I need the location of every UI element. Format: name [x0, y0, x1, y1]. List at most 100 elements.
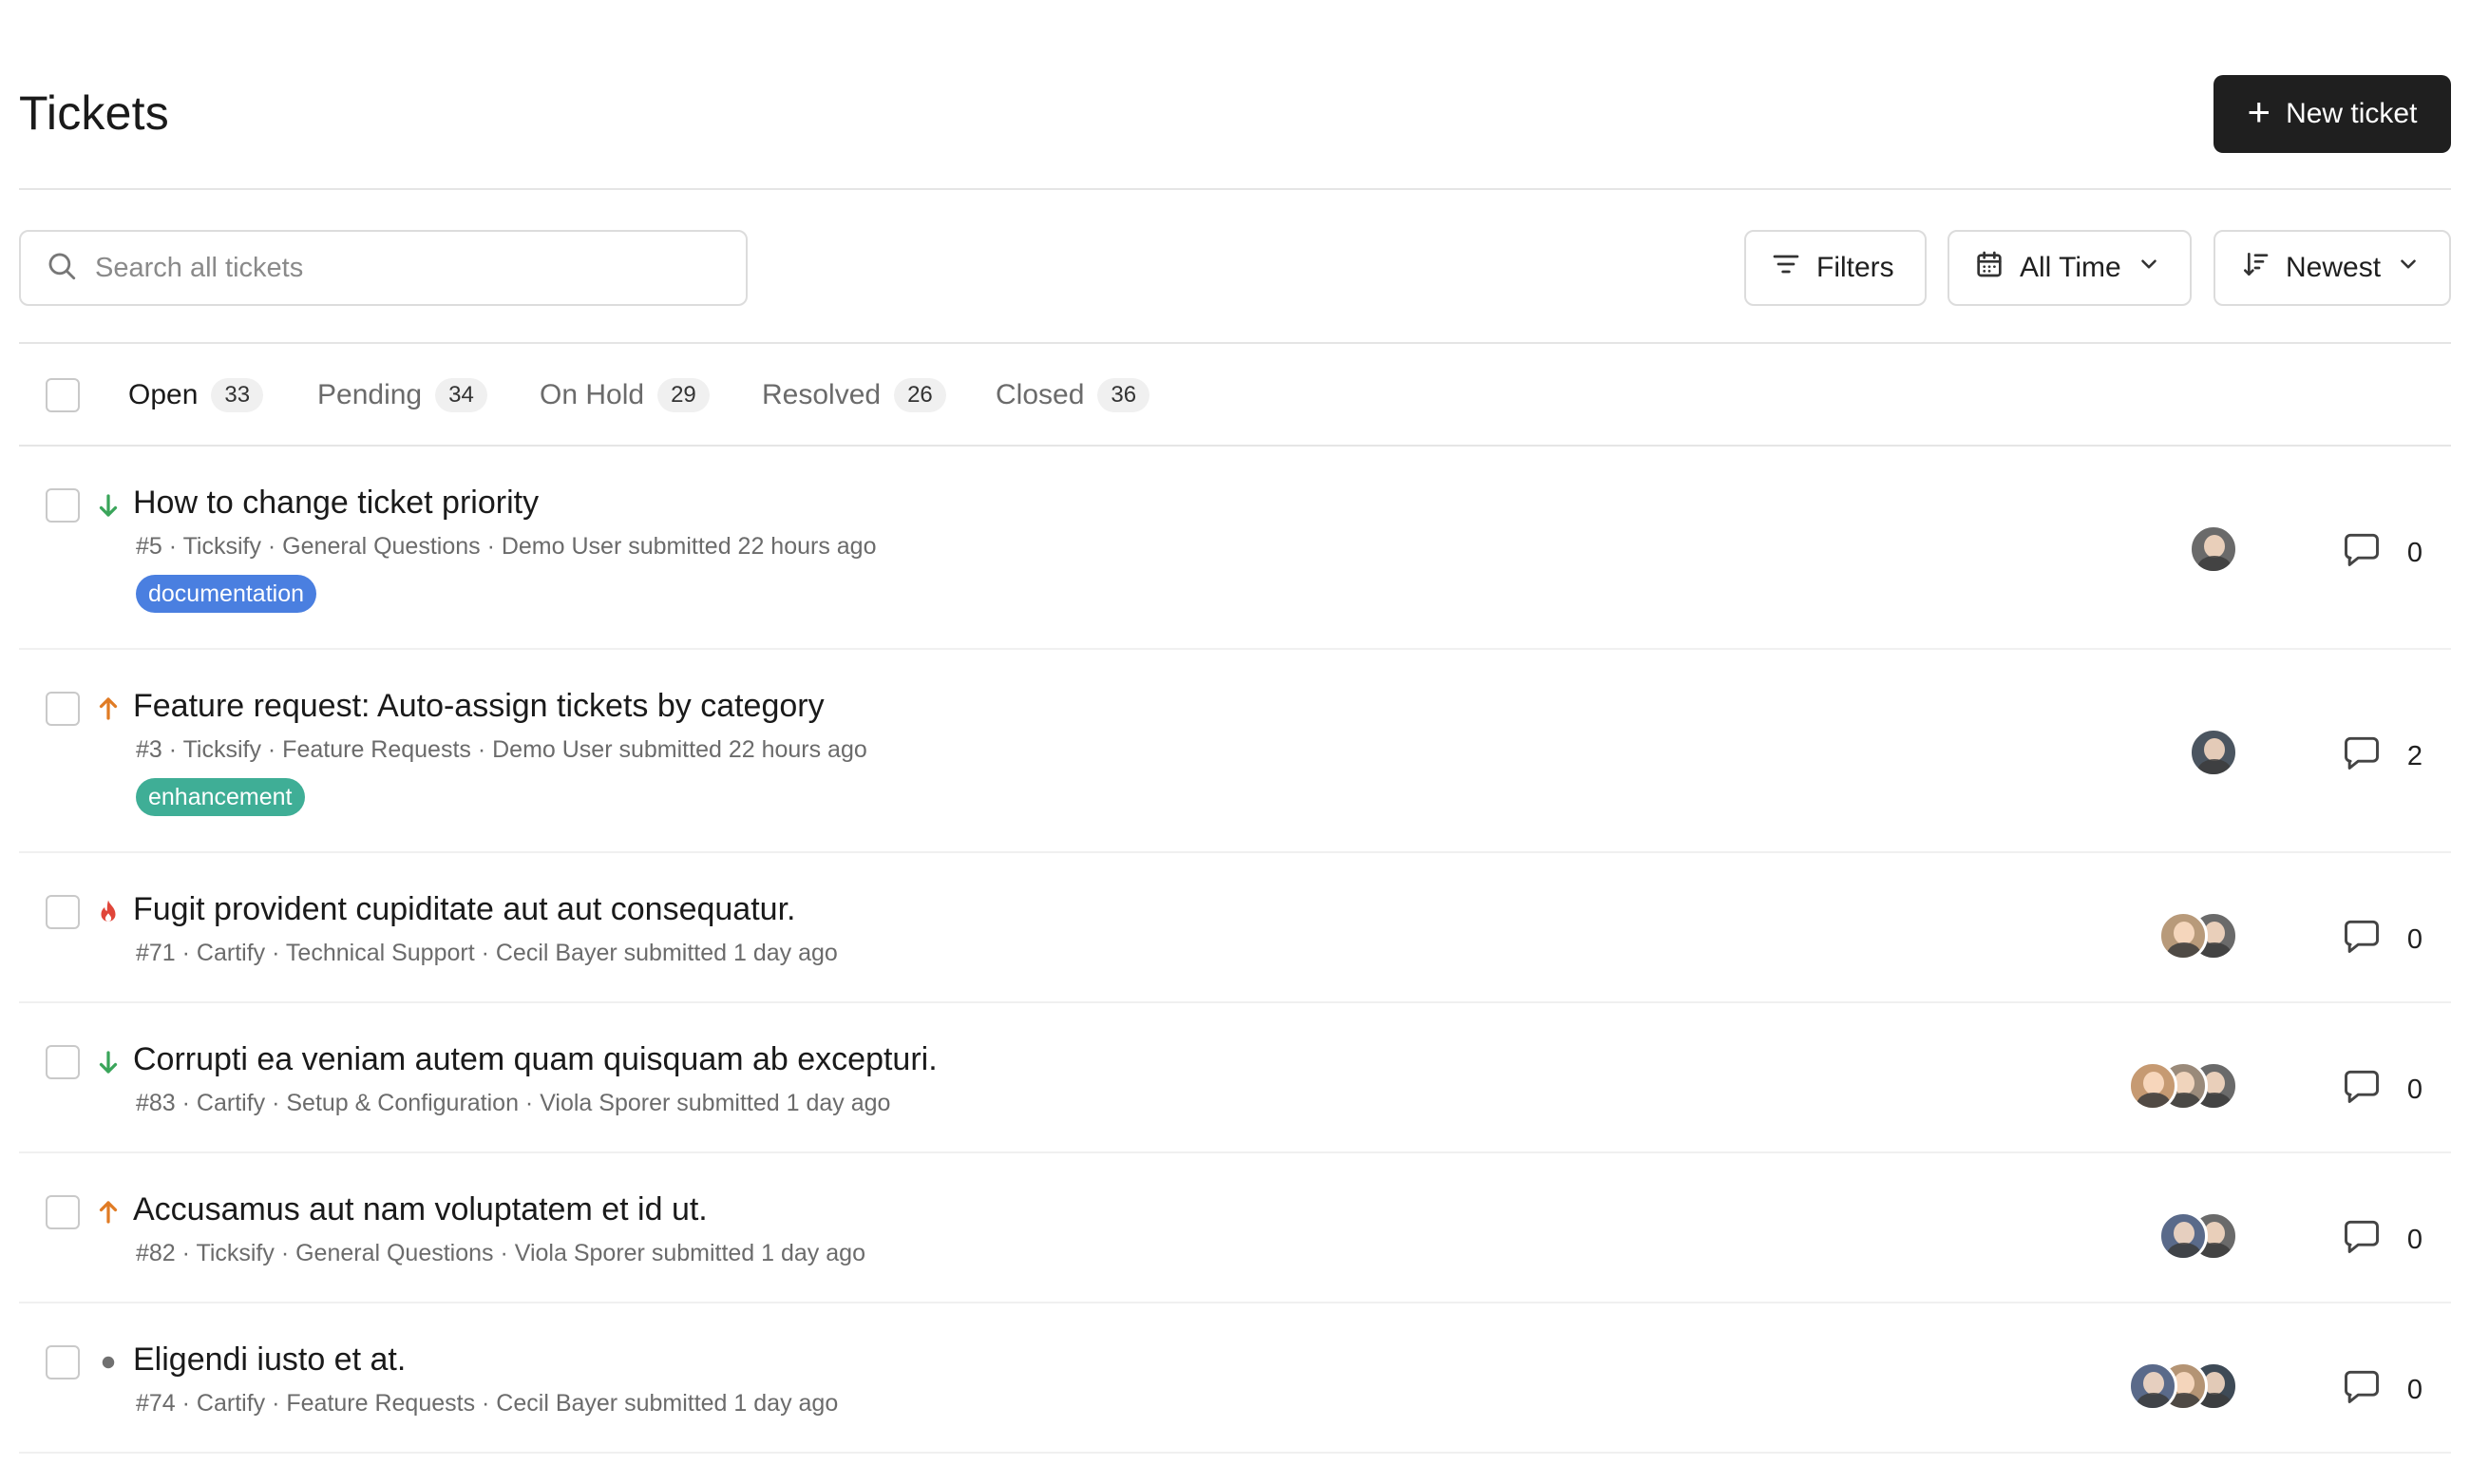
- search-box[interactable]: [19, 230, 748, 306]
- ticket-meta: #82 · Ticksify · General Questions · Vio…: [136, 1240, 865, 1266]
- comment-count-value: 0: [2406, 1224, 2422, 1255]
- assignee-avatar: [2189, 728, 2238, 777]
- tab-label: Closed: [996, 379, 1085, 410]
- new-ticket-button[interactable]: + New ticket: [2214, 75, 2451, 153]
- tab-closed[interactable]: Closed 36: [996, 365, 1150, 426]
- arrow-up-icon: [91, 1193, 125, 1231]
- tab-count: 33: [211, 378, 264, 412]
- fire-icon: [91, 893, 125, 931]
- page-header: Tickets + New ticket: [19, 0, 2451, 190]
- comment-count[interactable]: 0: [2341, 1215, 2422, 1265]
- assignee-avatars[interactable]: [2189, 728, 2238, 777]
- arrow-up-icon: [91, 690, 125, 728]
- page-title: Tickets: [19, 86, 169, 140]
- ticket-title[interactable]: Feature request: Auto-assign tickets by …: [133, 688, 825, 725]
- ticket-checkbox[interactable]: [46, 1045, 80, 1079]
- ticket-meta: #83 · Cartify · Setup & Configuration · …: [136, 1090, 891, 1116]
- assignee-avatars[interactable]: [2158, 911, 2238, 961]
- tab-count: 29: [657, 378, 710, 412]
- tab-label: Open: [128, 379, 199, 410]
- ticket-title[interactable]: Eligendi iusto et at.: [133, 1341, 406, 1379]
- chevron-down-icon: [2137, 252, 2161, 284]
- arrow-down-icon: [91, 486, 125, 524]
- comment-icon: [2341, 528, 2383, 578]
- tab-open[interactable]: Open 33: [128, 365, 264, 426]
- comment-count-value: 2: [2406, 740, 2422, 771]
- comment-icon: [2341, 1215, 2383, 1265]
- tab-count: 36: [1097, 378, 1150, 412]
- tab-pending[interactable]: Pending 34: [317, 365, 487, 426]
- comment-icon: [2341, 915, 2383, 964]
- comment-count-value: 0: [2406, 1374, 2422, 1405]
- comment-count[interactable]: 0: [2341, 1065, 2422, 1114]
- ticket-meta: #71 · Cartify · Technical Support · Ceci…: [136, 940, 838, 966]
- ticket-title[interactable]: Accusamus aut nam voluptatem et id ut.: [133, 1191, 708, 1228]
- chevron-down-icon: [2396, 252, 2421, 284]
- assignee-avatars[interactable]: [2189, 524, 2238, 574]
- sort-button[interactable]: Newest: [2214, 230, 2451, 306]
- comment-count[interactable]: 0: [2341, 1365, 2422, 1415]
- ticket-row[interactable]: How to change ticket priority #5 · Ticks…: [19, 447, 2451, 650]
- tab-on-hold[interactable]: On Hold 29: [540, 365, 710, 426]
- ticket-row[interactable]: Fugit provident cupiditate aut aut conse…: [19, 853, 2451, 1003]
- assignee-avatar: [2189, 524, 2238, 574]
- tab-label: On Hold: [540, 379, 645, 410]
- tickets-page: Tickets + New ticket Filters All Time: [19, 0, 2451, 1454]
- ticket-row[interactable]: Corrupti ea veniam autem quam quisquam a…: [19, 1003, 2451, 1153]
- new-ticket-label: New ticket: [2286, 98, 2418, 129]
- comment-icon: [2341, 1365, 2383, 1415]
- comment-count[interactable]: 2: [2341, 732, 2422, 781]
- tab-resolved[interactable]: Resolved 26: [762, 365, 946, 426]
- ticket-meta: #74 · Cartify · Feature Requests · Cecil…: [136, 1390, 839, 1417]
- ticket-checkbox[interactable]: [46, 488, 80, 523]
- assignee-avatar: [2158, 1211, 2208, 1261]
- tab-count: 34: [435, 378, 487, 412]
- calendar-icon: [1974, 249, 2004, 287]
- tab-label: Pending: [317, 379, 423, 410]
- assignee-avatar: [2128, 1061, 2177, 1111]
- comment-icon: [2341, 732, 2383, 781]
- comment-count[interactable]: 0: [2341, 528, 2422, 578]
- time-range-button[interactable]: All Time: [1948, 230, 2192, 306]
- time-range-label: All Time: [2020, 252, 2121, 283]
- ticket-title[interactable]: Fugit provident cupiditate aut aut conse…: [133, 891, 795, 928]
- ticket-checkbox[interactable]: [46, 895, 80, 929]
- ticket-meta: #3 · Ticksify · Feature Requests · Demo …: [136, 736, 867, 763]
- assignee-avatars[interactable]: [2128, 1061, 2238, 1111]
- ticket-title[interactable]: How to change ticket priority: [133, 485, 539, 522]
- tab-count: 26: [894, 378, 946, 412]
- filter-lines-icon: [1771, 249, 1801, 287]
- ticket-tag[interactable]: enhancement: [136, 778, 305, 816]
- comment-count[interactable]: 0: [2341, 915, 2422, 964]
- ticket-list: How to change ticket priority #5 · Ticks…: [19, 447, 2451, 1454]
- filters-button[interactable]: Filters: [1744, 230, 1927, 306]
- toolbar: Filters All Time Newest: [19, 190, 2451, 344]
- tab-label: Resolved: [762, 379, 882, 410]
- ticket-checkbox[interactable]: [46, 1195, 80, 1229]
- comment-count-value: 0: [2406, 1074, 2422, 1105]
- assignee-avatar: [2128, 1361, 2177, 1411]
- ticket-checkbox[interactable]: [46, 1345, 80, 1379]
- ticket-row[interactable]: Accusamus aut nam voluptatem et id ut. #…: [19, 1153, 2451, 1303]
- comment-count-value: 0: [2406, 537, 2422, 568]
- ticket-row[interactable]: Eligendi iusto et at. #74 · Cartify · Fe…: [19, 1303, 2451, 1454]
- filters-label: Filters: [1816, 252, 1894, 283]
- status-tabs: Open 33 Pending 34 On Hold 29 Resolved 2…: [19, 344, 2451, 447]
- search-input[interactable]: [95, 252, 703, 284]
- sort-icon: [2240, 249, 2270, 287]
- comment-icon: [2341, 1065, 2383, 1114]
- plus-icon: +: [2247, 89, 2271, 134]
- arrow-down-icon: [91, 1043, 125, 1081]
- ticket-row[interactable]: Feature request: Auto-assign tickets by …: [19, 650, 2451, 853]
- sort-label: Newest: [2286, 252, 2382, 283]
- assignee-avatars[interactable]: [2128, 1361, 2238, 1411]
- comment-count-value: 0: [2406, 923, 2422, 955]
- ticket-title[interactable]: Corrupti ea veniam autem quam quisquam a…: [133, 1041, 938, 1078]
- search-icon: [46, 250, 78, 287]
- ticket-meta: #5 · Ticksify · General Questions · Demo…: [136, 533, 877, 560]
- ticket-checkbox[interactable]: [46, 692, 80, 726]
- select-all-checkbox[interactable]: [46, 378, 80, 412]
- ticket-tag[interactable]: documentation: [136, 575, 317, 613]
- assignee-avatars[interactable]: [2158, 1211, 2238, 1261]
- assignee-avatar: [2158, 911, 2208, 961]
